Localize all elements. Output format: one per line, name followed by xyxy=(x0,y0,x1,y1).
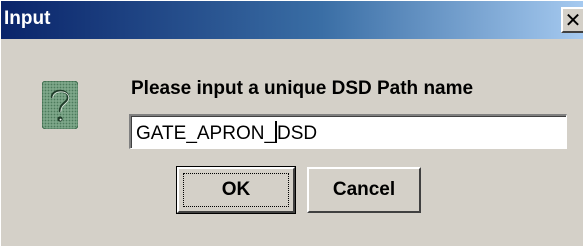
close-icon: ✕ xyxy=(564,8,582,32)
cancel-button-label: Cancel xyxy=(332,179,396,200)
input-value-after-caret: DSD xyxy=(277,123,318,144)
cancel-button[interactable]: Cancel xyxy=(307,167,421,213)
window-title: Input xyxy=(4,8,51,29)
path-name-input[interactable]: GATE_APRON_ DSD xyxy=(129,114,567,149)
question-icon xyxy=(42,81,78,129)
close-button[interactable]: ✕ xyxy=(561,7,583,33)
ok-button[interactable]: OK xyxy=(176,166,296,214)
prompt-label: Please input a unique DSD Path name xyxy=(131,78,474,99)
ok-button-label: OK xyxy=(221,179,251,200)
input-dialog: Input ✕ Please input a unique DSD Path n… xyxy=(0,0,583,246)
title-bar[interactable]: Input ✕ xyxy=(1,1,583,39)
input-value-before-caret: GATE_APRON_ xyxy=(136,123,276,144)
